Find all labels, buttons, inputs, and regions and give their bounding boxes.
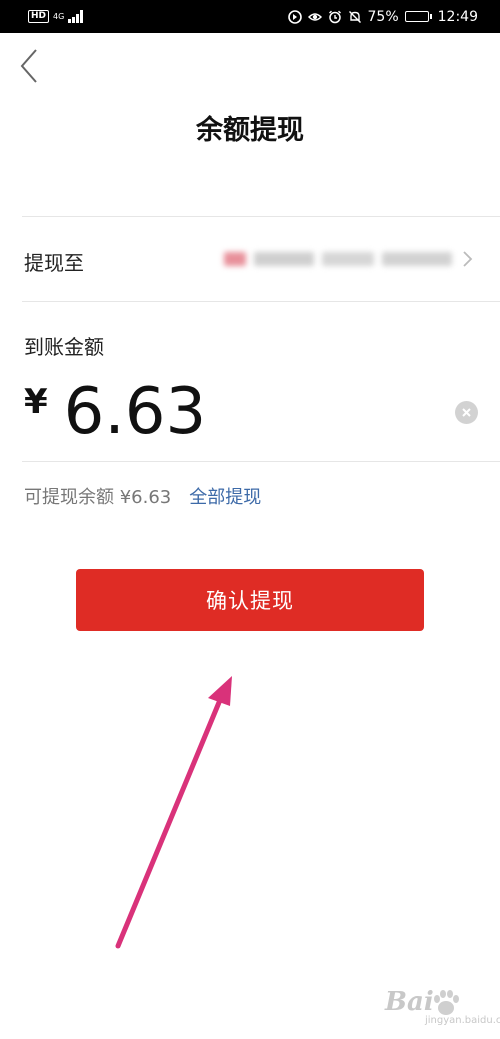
status-bar: HD 4G 75% 12:49 bbox=[0, 0, 500, 33]
chevron-right-icon[interactable] bbox=[458, 246, 478, 272]
divider bbox=[22, 301, 500, 302]
status-right: 75% 12:49 bbox=[287, 8, 478, 25]
amount-label: 到账金额 bbox=[24, 335, 104, 359]
confirm-withdraw-button[interactable]: 确认提现 bbox=[76, 569, 424, 631]
withdraw-to-label: 提现至 bbox=[24, 251, 84, 275]
network-type: 4G bbox=[53, 12, 64, 21]
chevron-left-icon bbox=[20, 49, 37, 83]
available-balance: 可提现余额 ¥6.63 bbox=[24, 487, 172, 508]
alarm-icon bbox=[328, 10, 341, 23]
data-saver-icon bbox=[287, 9, 302, 24]
divider bbox=[22, 216, 500, 217]
watermark-url: jingyan.baidu.com bbox=[425, 1015, 500, 1026]
divider bbox=[22, 461, 500, 462]
watermark-logo: Bai bbox=[385, 987, 434, 1017]
amount-input[interactable] bbox=[63, 372, 364, 452]
page-title: 余额提现 bbox=[196, 115, 304, 146]
balance-row: 可提现余额 ¥6.63 全部提现 bbox=[24, 483, 261, 509]
account-selector[interactable] bbox=[214, 244, 474, 274]
mute-bell-icon bbox=[348, 10, 361, 23]
battery-percent: 75% bbox=[367, 8, 399, 25]
arrow-shaft bbox=[115, 697, 223, 949]
arrow-head bbox=[208, 676, 232, 706]
paw-icon bbox=[434, 990, 459, 1015]
annotation-arrow bbox=[115, 676, 232, 949]
close-icon bbox=[462, 408, 471, 417]
currency-symbol: ¥ bbox=[24, 382, 48, 422]
withdraw-all-link[interactable]: 全部提现 bbox=[189, 483, 261, 509]
status-left: HD 4G bbox=[28, 10, 83, 23]
hd-badge: HD bbox=[28, 10, 50, 23]
amount-row: ¥ bbox=[24, 372, 364, 452]
clear-button[interactable] bbox=[455, 401, 478, 424]
eye-icon bbox=[307, 12, 322, 21]
network-label: 4G bbox=[53, 12, 65, 21]
watermark: Bai jingyan.baidu.com bbox=[385, 985, 500, 1029]
clock: 12:49 bbox=[437, 8, 478, 25]
battery-icon bbox=[404, 11, 432, 22]
signal-icon bbox=[68, 10, 83, 23]
back-button[interactable] bbox=[14, 46, 44, 86]
